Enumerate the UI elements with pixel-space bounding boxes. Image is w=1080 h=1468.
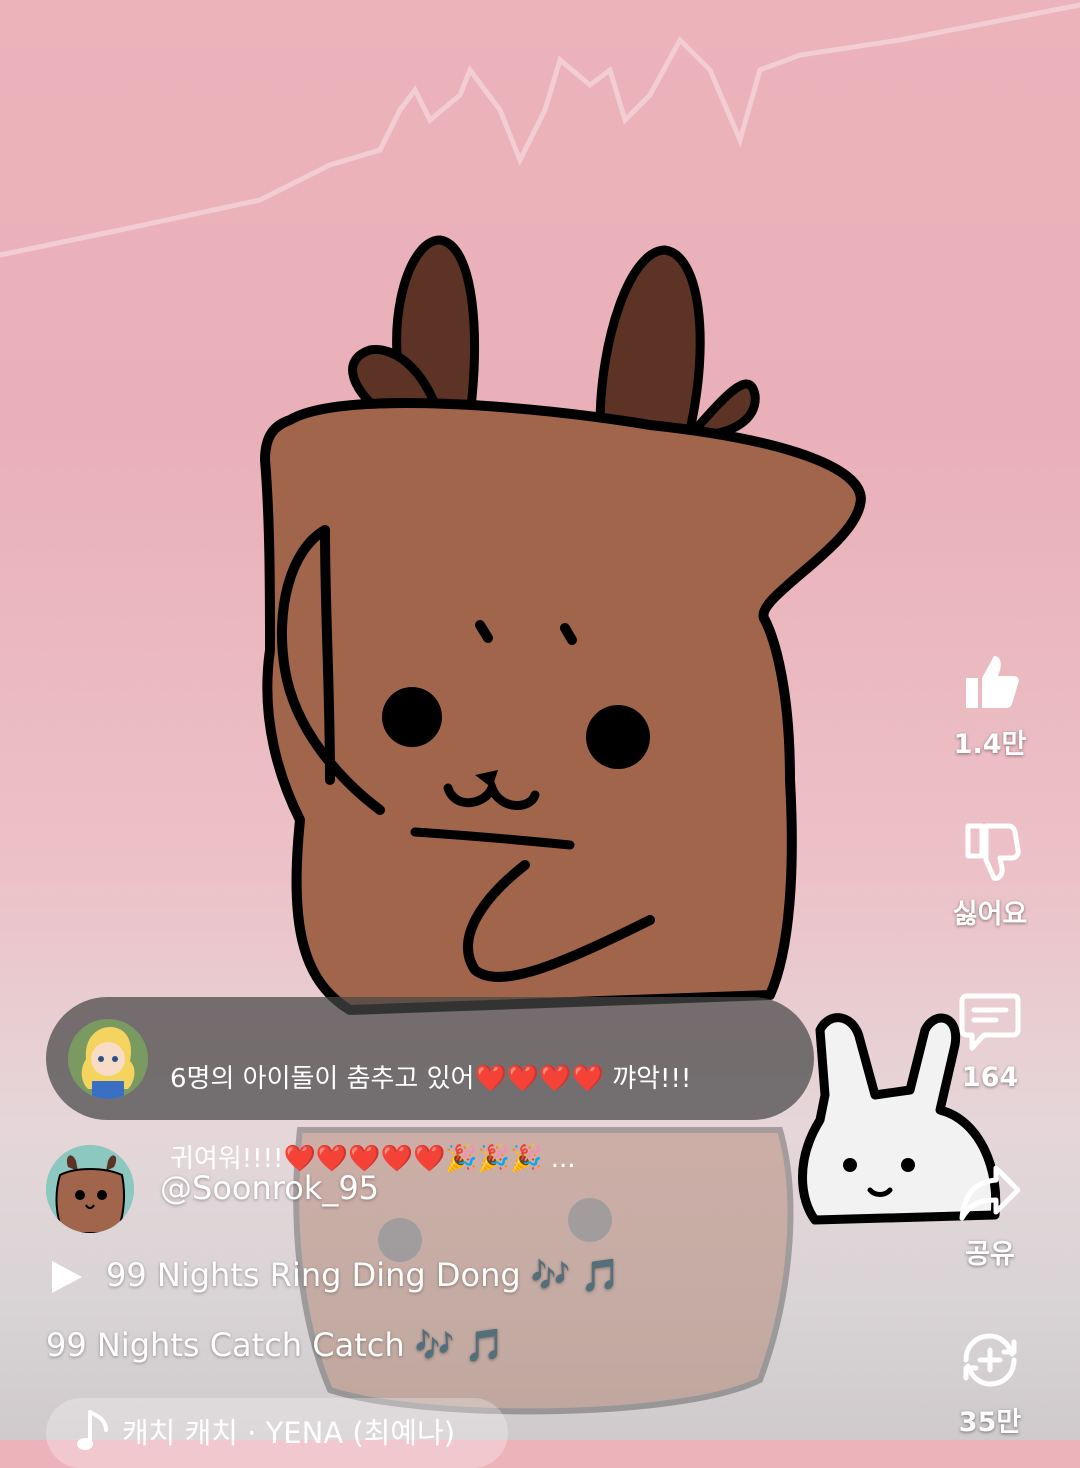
comment-icon [959,993,1021,1051]
music-note-icon [77,1410,108,1450]
share-button[interactable]: 공유 [900,1160,1080,1271]
deer-character [260,235,866,1015]
video-title: 99 Nights Ring Ding Dong 🎶 🎵 [106,1256,621,1294]
thumbs-up-icon [966,656,1019,708]
share-arrow-icon [959,1165,1021,1221]
channel-handle[interactable]: @Soonrok_95 [160,1169,379,1207]
share-label: 공유 [965,1239,1015,1270]
thumbs-down-icon [965,823,1021,881]
channel-avatar[interactable] [46,1145,134,1233]
music-pill[interactable]: 캐치 캐치 · YENA (최예나) [46,1398,508,1468]
video-subtitle: 99 Nights Catch Catch 🎶 🎵 [46,1326,505,1364]
video-player[interactable]: 1.4만 싫어요 164 공유 35만 6명의 아이돌이 춤추고 있어❤️❤️❤… [0,0,1080,1468]
remix-count: 35만 [958,1407,1022,1438]
play-icon [52,1261,82,1293]
top-comment[interactable]: 6명의 아이돌이 춤추고 있어❤️❤️❤️❤️ 꺄악!!! 귀여워!!!!❤️❤… [46,997,814,1174]
dislike-label: 싫어요 [952,899,1028,930]
comment-line-1: 6명의 아이돌이 춤추고 있어❤️❤️❤️❤️ 꺄악!!! [170,1064,692,1094]
music-song: 캐치 캐치 · YENA (최예나) [122,1416,456,1450]
commenter-avatar [68,1019,148,1099]
comment-text: 6명의 아이돌이 춤추고 있어❤️❤️❤️❤️ 꺄악!!! 귀여워!!!!❤️❤… [170,1019,790,1179]
dislike-button[interactable]: 싫어요 [900,820,1080,931]
comments-button[interactable]: 164 [900,990,1080,1093]
comment-count: 164 [961,1062,1019,1093]
remix-button[interactable]: 35만 [900,1328,1080,1439]
remix-icon [963,1333,1017,1387]
video-title-row[interactable]: 99 Nights Ring Ding Dong 🎶 🎵 [50,1256,621,1295]
like-button[interactable]: 1.4만 [900,650,1080,761]
like-count: 1.4만 [953,729,1027,760]
